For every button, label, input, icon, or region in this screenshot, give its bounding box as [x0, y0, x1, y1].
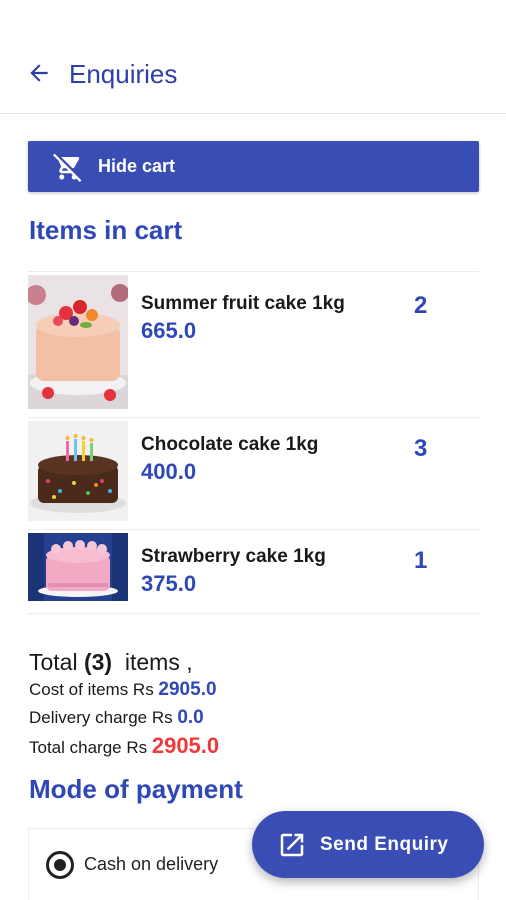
cart-list: Summer fruit cake 1kg 665.0 2 Chocolate … [28, 271, 479, 614]
item-price: 665.0 [141, 318, 197, 343]
hide-cart-label: Hide cart [98, 156, 176, 176]
order-summary: Total (3) items , Cost of items Rs 2905.… [29, 648, 219, 762]
delivery-value: 0.0 [177, 707, 204, 728]
item-price: 375.0 [141, 571, 197, 596]
total-charge-label: Total charge Rs [29, 738, 152, 757]
open-in-new-icon [276, 829, 308, 861]
cart-item[interactable]: Summer fruit cake 1kg 665.0 2 [28, 272, 479, 418]
item-name: Strawberry cake 1kg [141, 546, 326, 567]
item-quantity: 3 [414, 435, 428, 462]
item-price: 400.0 [141, 459, 197, 484]
cart-item[interactable]: Strawberry cake 1kg 375.0 1 [28, 530, 479, 614]
items-in-cart-heading: Items in cart [29, 215, 183, 245]
cake-image [28, 275, 128, 409]
page-title: Enquiries [69, 59, 178, 89]
item-quantity: 2 [414, 292, 428, 319]
delivery-charge-line: Delivery charge Rs 0.0 [29, 704, 219, 732]
item-name: Summer fruit cake 1kg [141, 293, 345, 314]
total-count: (3) [83, 649, 113, 675]
total-prefix: Total [29, 649, 84, 675]
cost-label: Cost of items Rs [29, 680, 159, 699]
cash-on-delivery-radio[interactable] [46, 851, 74, 879]
send-enquiry-button[interactable]: Send Enquiry [252, 811, 484, 878]
total-charge-value: 2905.0 [151, 733, 220, 758]
arrow-left-icon [30, 64, 48, 82]
item-name: Chocolate cake 1kg [141, 434, 319, 455]
remove-shopping-cart-icon [52, 151, 84, 183]
hide-cart-button[interactable]: Hide cart [28, 141, 479, 192]
back-button[interactable] [24, 58, 54, 88]
total-suffix: items , [112, 649, 193, 675]
cost-of-items-line: Cost of items Rs 2905.0 [29, 676, 219, 704]
mode-of-payment-heading: Mode of payment [29, 774, 243, 804]
cart-item[interactable]: Chocolate cake 1kg 400.0 3 [28, 418, 479, 530]
item-quantity: 1 [414, 547, 428, 574]
cake-image [28, 421, 128, 521]
app-bar: Enquiries [0, 0, 506, 114]
cake-image [28, 533, 128, 601]
delivery-label: Delivery charge Rs [29, 708, 178, 727]
total-items-line: Total (3) items , [29, 648, 219, 676]
send-enquiry-label: Send Enquiry [320, 833, 449, 855]
cost-value: 2905.0 [158, 679, 217, 700]
total-charge-line: Total charge Rs 2905.0 [29, 732, 219, 762]
payment-option-label: Cash on delivery [84, 854, 219, 874]
